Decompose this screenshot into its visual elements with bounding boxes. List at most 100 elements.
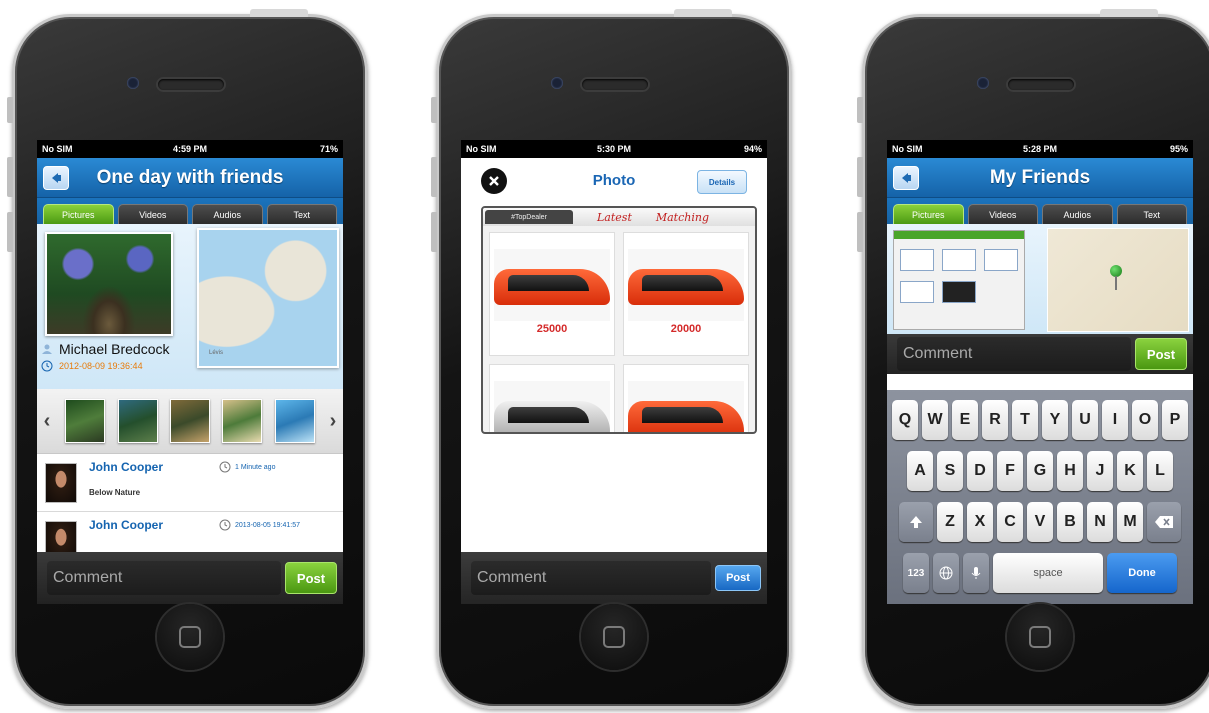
backspace-icon [1155,516,1173,528]
phone-frame-3: No SIM 5:28 PM 95% My Friends Pictures V… [857,9,1209,709]
date-row: 2012-08-09 19:36:44 [41,360,143,372]
screenshot-block [942,281,976,303]
comment-time: 1 Minute ago [219,461,275,473]
status-bar: No SIM 5:28 PM 95% [887,140,1193,158]
comment-input[interactable]: Comment [471,561,711,595]
location-map[interactable]: Lévis [197,228,339,368]
home-button[interactable] [1007,604,1073,670]
key-h[interactable]: H [1057,451,1083,491]
strip-tab: #TopDealer [485,210,573,224]
key-m[interactable]: M [1117,502,1143,542]
tab-pictures[interactable]: Pictures [893,204,964,224]
shift-key[interactable] [899,502,933,542]
car-image [494,381,610,432]
status-bar: No SIM 5:30 PM 94% [461,140,767,158]
comment-author[interactable]: John Cooper [89,460,163,474]
delete-key[interactable] [1147,502,1181,542]
key-z[interactable]: Z [937,502,963,542]
home-button[interactable] [581,604,647,670]
key-f[interactable]: F [997,451,1023,491]
close-button[interactable] [481,168,507,194]
thumbnail-2[interactable] [117,399,158,443]
done-key[interactable]: Done [1107,553,1177,593]
space-key[interactable]: space [993,553,1103,593]
home-button[interactable] [157,604,223,670]
post-button[interactable]: Post [285,562,337,594]
screen-album-detail: No SIM 4:59 PM 71% One day with friends … [37,140,343,604]
key-w[interactable]: W [922,400,948,440]
earpiece-speaker [1008,79,1074,90]
battery-label: 71% [319,144,338,154]
phone-frame-1: No SIM 4:59 PM 71% One day with friends … [7,9,368,709]
post-button[interactable]: Post [1135,338,1187,370]
thumbnail-4[interactable] [222,399,263,443]
details-button[interactable]: Details [697,170,747,194]
comment-input[interactable]: Comment [897,337,1131,371]
globe-key[interactable] [933,553,959,593]
key-p[interactable]: P [1162,400,1188,440]
chevron-right-icon[interactable]: › [327,410,339,433]
comment-bar: Comment Post [461,552,767,604]
key-b[interactable]: B [1057,502,1083,542]
comment-input[interactable]: Comment [47,561,281,595]
key-x[interactable]: X [967,502,993,542]
tab-text[interactable]: Text [1116,204,1187,224]
carrier-label: No SIM [892,144,923,154]
key-r[interactable]: R [982,400,1008,440]
volume-up-button [7,157,13,197]
tab-text[interactable]: Text [266,204,337,224]
car-image [628,381,744,432]
location-map[interactable] [1047,228,1189,332]
comment-author[interactable]: John Cooper [89,518,163,532]
key-a[interactable]: A [907,451,933,491]
avatar[interactable] [45,463,77,503]
battery-label: 95% [1169,144,1188,154]
chevron-left-icon[interactable]: ‹ [41,410,53,433]
key-u[interactable]: U [1072,400,1098,440]
numbers-key[interactable]: 123 [903,553,929,593]
back-arrow-icon [902,173,911,183]
dictation-key[interactable] [963,553,989,593]
back-button[interactable] [893,166,919,190]
tab-audios[interactable]: Audios [192,204,263,224]
tab-videos[interactable]: Videos [117,204,188,224]
photo-preview[interactable]: #TopDealer Latest Matching 25000 20000 [481,206,757,434]
key-g[interactable]: G [1027,451,1053,491]
thumbnail-3[interactable] [169,399,210,443]
key-k[interactable]: K [1117,451,1143,491]
key-v[interactable]: V [1027,502,1053,542]
thumbnail-1[interactable] [65,399,106,443]
screenshot-image[interactable] [893,230,1025,330]
key-i[interactable]: I [1102,400,1128,440]
main-photo[interactable] [45,232,173,336]
sleep-button [1100,9,1158,17]
tab-videos[interactable]: Videos [967,204,1038,224]
comment-text: Below Nature [89,488,141,497]
clock-icon [41,360,53,372]
key-n[interactable]: N [1087,502,1113,542]
post-button[interactable]: Post [715,565,761,591]
key-s[interactable]: S [937,451,963,491]
key-q[interactable]: Q [892,400,918,440]
media-tabs: Pictures Videos Audios Text [887,198,1193,224]
key-d[interactable]: D [967,451,993,491]
thumbnail-5[interactable] [274,399,315,443]
mute-switch [857,97,863,123]
key-c[interactable]: C [997,502,1023,542]
car-image [494,249,610,321]
key-y[interactable]: Y [1042,400,1068,440]
tab-pictures[interactable]: Pictures [43,204,114,224]
page-title: One day with friends [96,166,284,188]
volume-down-button [7,212,13,252]
car-cell-2: 20000 [623,232,749,356]
key-j[interactable]: J [1087,451,1113,491]
tab-audios[interactable]: Audios [1042,204,1113,224]
screenshot-block [900,249,934,271]
key-o[interactable]: O [1132,400,1158,440]
car-price: 25000 [536,323,568,335]
comment-item: John Cooper 1 Minute ago Below Nature [37,454,343,512]
back-button[interactable] [43,166,69,190]
key-l[interactable]: L [1147,451,1173,491]
key-e[interactable]: E [952,400,978,440]
key-t[interactable]: T [1012,400,1038,440]
